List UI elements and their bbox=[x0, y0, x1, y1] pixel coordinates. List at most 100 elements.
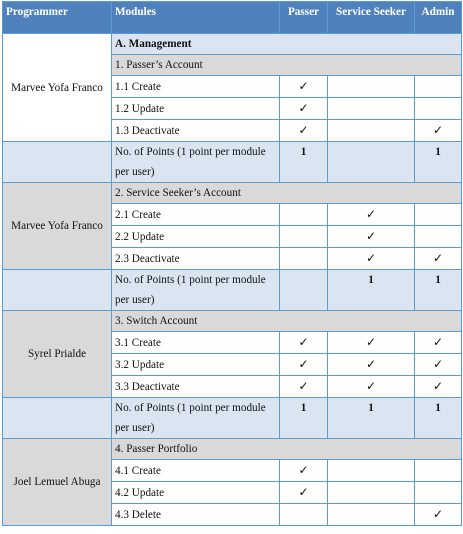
header-passer: Passer bbox=[279, 1, 328, 34]
passer-points bbox=[279, 269, 328, 311]
seeker-points: 1 bbox=[327, 269, 415, 311]
check-icon: ✓ bbox=[298, 123, 309, 137]
check-icon: ✓ bbox=[298, 79, 309, 93]
check-icon: ✓ bbox=[432, 335, 444, 349]
header-programmer: Programmer bbox=[2, 1, 112, 34]
passer-cell bbox=[279, 203, 328, 226]
module-label: 1.1 Create bbox=[111, 75, 280, 98]
table-body: Marvee Yofa Franco A. Management 1. Passer… bbox=[2, 33, 462, 526]
check-icon: ✓ bbox=[365, 357, 377, 371]
passer-cell bbox=[279, 225, 328, 248]
check-icon: ✓ bbox=[298, 101, 309, 115]
seeker-cell bbox=[327, 75, 415, 98]
seeker-cell: ✓ bbox=[327, 247, 415, 270]
admin-cell bbox=[414, 75, 462, 98]
points-spacer bbox=[2, 397, 112, 439]
programmer-name: Joel Lemuel Abuga bbox=[2, 438, 112, 526]
check-icon: ✓ bbox=[432, 251, 444, 265]
check-icon: ✓ bbox=[298, 485, 309, 499]
module-label: 4.3 Delete bbox=[111, 503, 280, 526]
module-label: 2.2 Update bbox=[111, 225, 280, 248]
seeker-points: 1 bbox=[327, 397, 415, 439]
section-title: 1. Passer’s Account bbox=[111, 54, 462, 76]
admin-cell: ✓ bbox=[414, 119, 462, 142]
check-icon: ✓ bbox=[298, 357, 309, 371]
check-icon: ✓ bbox=[365, 251, 377, 265]
module-label: 4.2 Update bbox=[111, 481, 280, 504]
module-label: 1.2 Update bbox=[111, 97, 280, 120]
points-row: No. of Points (1 point per module per us… bbox=[2, 269, 462, 311]
seeker-cell bbox=[327, 503, 415, 526]
check-icon: ✓ bbox=[298, 335, 309, 349]
points-row: No. of Points (1 point per module per us… bbox=[2, 141, 462, 183]
admin-cell: ✓ bbox=[414, 331, 462, 354]
check-icon: ✓ bbox=[298, 379, 309, 393]
seeker-cell: ✓ bbox=[327, 331, 415, 354]
passer-cell: ✓ bbox=[279, 353, 328, 376]
section-title: 2. Service Seeker’s Account bbox=[111, 182, 462, 204]
admin-cell bbox=[414, 97, 462, 120]
module-label: 3.3 Deactivate bbox=[111, 375, 280, 398]
programmer-name: Marvee Yofa Franco bbox=[2, 33, 112, 142]
check-icon: ✓ bbox=[432, 507, 444, 521]
programmer-name: Syrel Prialde bbox=[2, 310, 112, 398]
header-row: Programmer Modules Passer Service Seeker… bbox=[2, 1, 462, 34]
seeker-cell: ✓ bbox=[327, 353, 415, 376]
passer-cell bbox=[279, 247, 328, 270]
section-row: Joel Lemuel Abuga 4. Passer Portfolio bbox=[2, 438, 462, 526]
module-label: 2.3 Deactivate bbox=[111, 247, 280, 270]
seeker-cell bbox=[327, 481, 415, 504]
admin-cell bbox=[414, 459, 462, 482]
check-icon: ✓ bbox=[365, 229, 377, 243]
seeker-cell: ✓ bbox=[327, 203, 415, 226]
header-admin: Admin bbox=[414, 1, 462, 34]
module-label: 3.1 Create bbox=[111, 331, 280, 354]
passer-cell: ✓ bbox=[279, 119, 328, 142]
admin-cell: ✓ bbox=[414, 375, 462, 398]
check-icon: ✓ bbox=[432, 379, 444, 393]
check-icon: ✓ bbox=[365, 379, 377, 393]
points-spacer bbox=[2, 269, 112, 311]
admin-points: 1 bbox=[414, 397, 462, 439]
section-title: 4. Passer Portfolio bbox=[111, 438, 462, 460]
module-label: 3.2 Update bbox=[111, 353, 280, 376]
seeker-cell bbox=[327, 119, 415, 142]
module-label: 2.1 Create bbox=[111, 203, 280, 226]
check-icon: ✓ bbox=[432, 123, 444, 137]
section-row: Syrel Prialde 3. Switch Account bbox=[2, 310, 462, 398]
passer-cell bbox=[279, 503, 328, 526]
programmer-name: Marvee Yofa Franco bbox=[2, 182, 112, 270]
admin-points: 1 bbox=[414, 269, 462, 311]
passer-cell: ✓ bbox=[279, 331, 328, 354]
check-icon: ✓ bbox=[365, 207, 377, 221]
seeker-points bbox=[327, 141, 415, 183]
admin-cell bbox=[414, 203, 462, 226]
header-service-seeker: Service Seeker bbox=[327, 1, 415, 34]
seeker-cell: ✓ bbox=[327, 375, 415, 398]
admin-cell bbox=[414, 481, 462, 504]
points-label: No. of Points (1 point per module per us… bbox=[111, 397, 280, 439]
main-heading: A. Management bbox=[111, 33, 462, 55]
seeker-cell bbox=[327, 97, 415, 120]
modules-table-container: Programmer Modules Passer Service Seeker… bbox=[2, 1, 462, 526]
points-label: No. of Points (1 point per module per us… bbox=[111, 269, 280, 311]
passer-cell: ✓ bbox=[279, 375, 328, 398]
check-icon: ✓ bbox=[432, 357, 444, 371]
section-row: Marvee Yofa Franco 2. Service Seeker’s Ac… bbox=[2, 182, 462, 270]
header-modules: Modules bbox=[111, 1, 280, 34]
passer-cell: ✓ bbox=[279, 75, 328, 98]
passer-cell: ✓ bbox=[279, 481, 328, 504]
admin-cell bbox=[414, 225, 462, 248]
seeker-cell: ✓ bbox=[327, 225, 415, 248]
passer-points: 1 bbox=[279, 141, 328, 183]
admin-points: 1 bbox=[414, 141, 462, 183]
seeker-cell bbox=[327, 459, 415, 482]
main-heading-row: Marvee Yofa Franco A. Management bbox=[2, 33, 462, 142]
passer-cell: ✓ bbox=[279, 459, 328, 482]
admin-cell: ✓ bbox=[414, 503, 462, 526]
points-row: No. of Points (1 point per module per us… bbox=[2, 397, 462, 439]
points-spacer bbox=[2, 141, 112, 183]
section-title: 3. Switch Account bbox=[111, 310, 462, 332]
module-label: 4.1 Create bbox=[111, 459, 280, 482]
admin-cell: ✓ bbox=[414, 353, 462, 376]
